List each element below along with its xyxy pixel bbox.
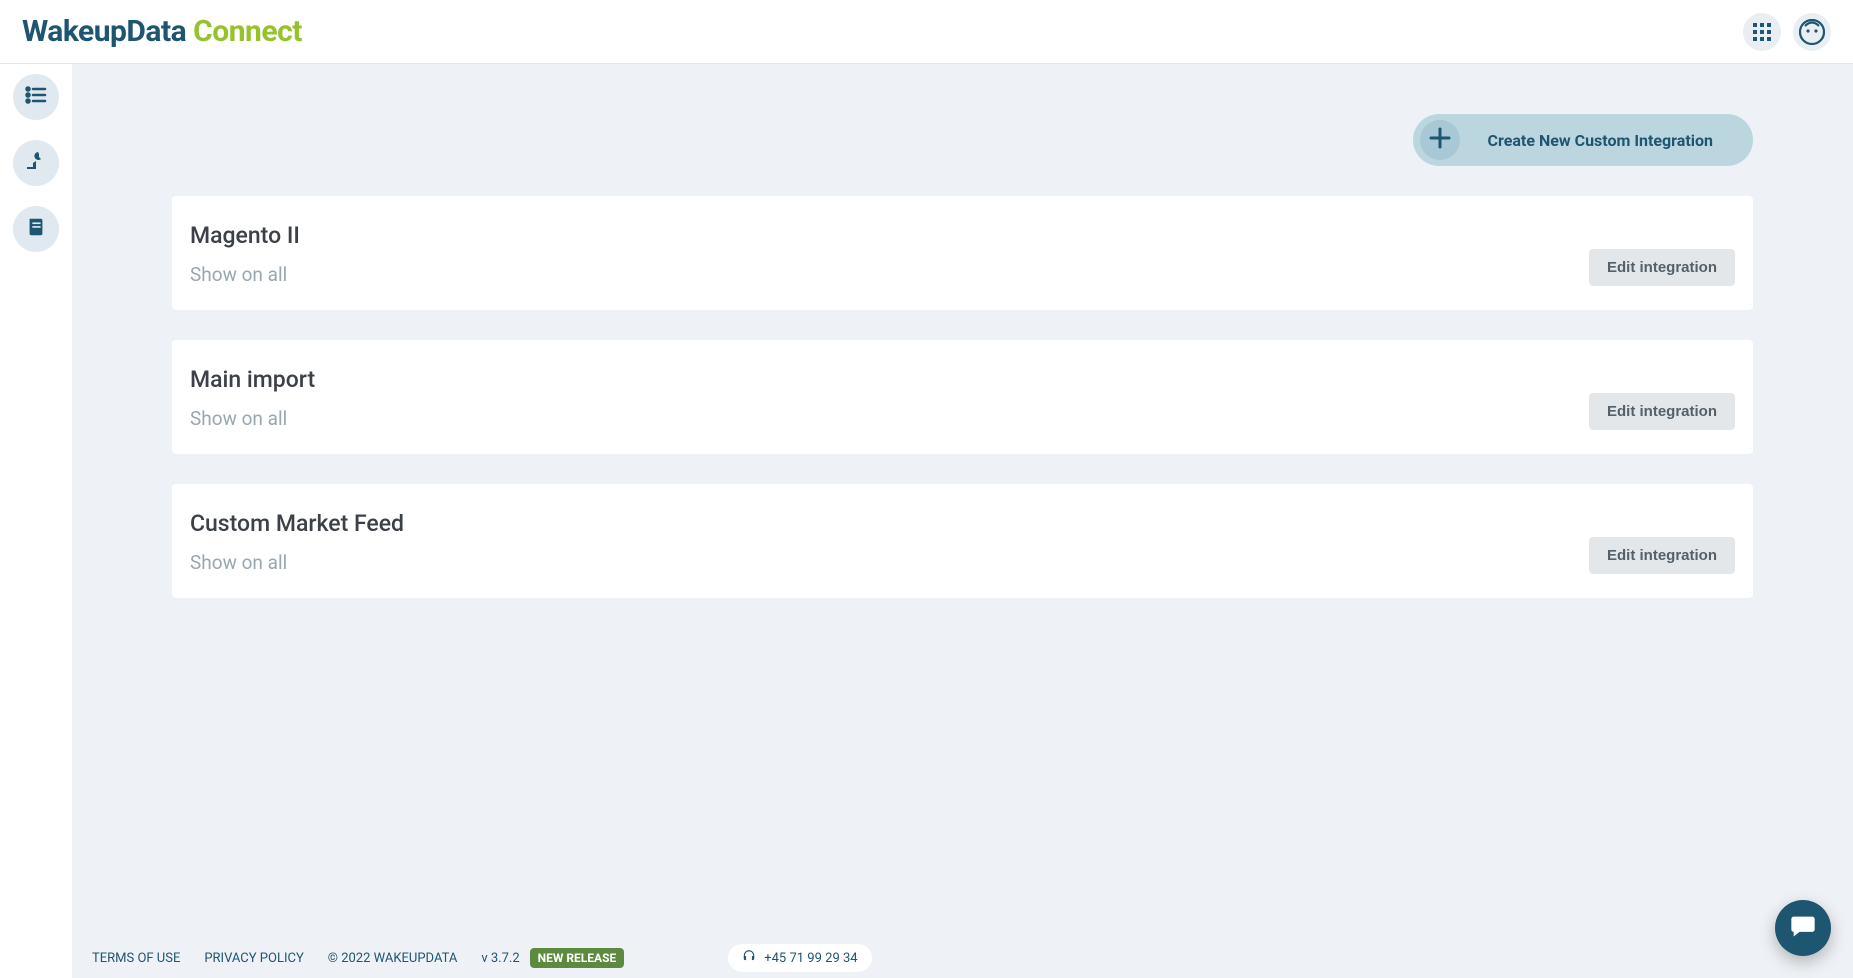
headset-icon: [742, 949, 756, 967]
integration-subtitle: Show on all: [190, 407, 315, 430]
profile-icon: [1799, 19, 1825, 45]
footer-privacy-link[interactable]: PRIVACY POLICY: [204, 951, 303, 966]
profile-button[interactable]: [1793, 13, 1831, 51]
integration-card: Magento II Show on all Edit integration: [172, 196, 1753, 310]
logo-word1: WakeupData: [22, 14, 186, 49]
plus-icon: [1427, 125, 1453, 155]
logo-word2: Connect: [193, 14, 302, 49]
integration-title: Magento II: [190, 222, 300, 249]
book-icon: [25, 216, 47, 242]
integration-title: Custom Market Feed: [190, 510, 404, 537]
main-content: Create New Custom Integration Magento II…: [72, 64, 1853, 938]
sidebar-item-docs[interactable]: [13, 206, 59, 252]
footer-version: v 3.7.2: [481, 951, 519, 966]
integration-title: Main import: [190, 366, 315, 393]
edit-integration-button[interactable]: Edit integration: [1589, 249, 1735, 286]
footer-terms-link[interactable]: TERMS OF USE: [92, 951, 180, 966]
integration-card: Custom Market Feed Show on all Edit inte…: [172, 484, 1753, 598]
integration-subtitle: Show on all: [190, 263, 300, 286]
new-release-badge[interactable]: NEW RELEASE: [530, 948, 625, 968]
apps-grid-button[interactable]: [1743, 13, 1781, 51]
sidebar-item-list[interactable]: [13, 74, 59, 120]
list-icon: [24, 83, 48, 111]
footer: TERMS OF USE PRIVACY POLICY © 2022 WAKEU…: [72, 938, 1853, 978]
integration-subtitle: Show on all: [190, 551, 404, 574]
sidebar-item-tools[interactable]: [13, 140, 59, 186]
create-row: Create New Custom Integration: [172, 114, 1753, 166]
create-integration-label: Create New Custom Integration: [1488, 131, 1713, 150]
plus-circle: [1420, 120, 1460, 160]
header-actions: [1743, 13, 1831, 51]
wrench-hand-icon: [24, 149, 48, 177]
integration-card: Main import Show on all Edit integration: [172, 340, 1753, 454]
app-logo: WakeupData Connect: [22, 14, 302, 49]
chat-icon: [1789, 912, 1817, 944]
edit-integration-button[interactable]: Edit integration: [1589, 393, 1735, 430]
footer-copyright: © 2022 WAKEUPDATA: [328, 951, 458, 966]
chat-button[interactable]: [1775, 900, 1831, 956]
sidebar: [0, 64, 72, 978]
footer-phone[interactable]: +45 71 99 29 34: [728, 944, 871, 972]
apps-grid-icon: [1752, 22, 1772, 42]
edit-integration-button[interactable]: Edit integration: [1589, 537, 1735, 574]
create-integration-button[interactable]: Create New Custom Integration: [1413, 114, 1753, 166]
footer-phone-number: +45 71 99 29 34: [764, 951, 857, 966]
app-header: WakeupData Connect: [0, 0, 1853, 64]
